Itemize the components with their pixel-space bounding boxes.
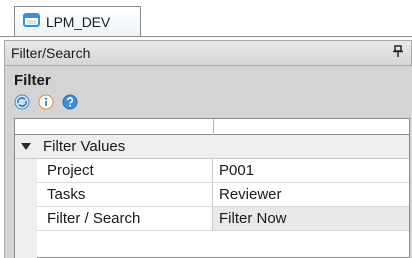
panel-title: Filter/Search <box>11 45 91 61</box>
refresh-icon[interactable] <box>14 94 30 110</box>
property-grid: Filter Values Project P001 Tasks Reviewe… <box>14 118 410 258</box>
row-gutter <box>15 231 37 258</box>
row-gutter <box>15 183 37 207</box>
property-row-tasks[interactable]: Tasks Reviewer <box>15 183 409 207</box>
property-grid-header <box>15 119 409 135</box>
property-value-project[interactable]: P001 <box>213 159 409 183</box>
property-row-filter-search[interactable]: Filter / Search Filter Now <box>15 207 409 231</box>
column-splitter[interactable] <box>213 119 214 135</box>
property-name: Tasks <box>37 183 213 207</box>
window-tab-icon <box>23 12 41 32</box>
filter-toolbar <box>14 94 78 110</box>
category-row-filter-values[interactable]: Filter Values <box>15 135 409 159</box>
pin-icon[interactable] <box>393 45 403 60</box>
property-grid-empty-area <box>15 231 409 258</box>
document-tabstrip: LPM_DEV <box>0 0 412 40</box>
row-gutter <box>15 207 37 231</box>
property-name: Filter / Search <box>37 207 213 231</box>
filter-heading: Filter <box>14 72 51 89</box>
filter-search-panel-header[interactable]: Filter/Search <box>4 40 412 66</box>
tabstrip-divider <box>0 36 412 37</box>
property-value-filter-now[interactable]: Filter Now <box>213 207 409 231</box>
info-icon[interactable] <box>38 94 54 110</box>
property-name: Project <box>37 159 213 183</box>
category-label: Filter Values <box>43 138 126 155</box>
property-row-project[interactable]: Project P001 <box>15 159 409 183</box>
collapse-triangle-icon[interactable] <box>21 143 31 150</box>
help-icon[interactable] <box>62 94 78 110</box>
row-gutter <box>15 159 37 183</box>
tab-label: LPM_DEV <box>46 13 110 30</box>
property-value-tasks[interactable]: Reviewer <box>213 183 409 207</box>
tab-lpm-dev[interactable]: LPM_DEV <box>14 6 141 36</box>
